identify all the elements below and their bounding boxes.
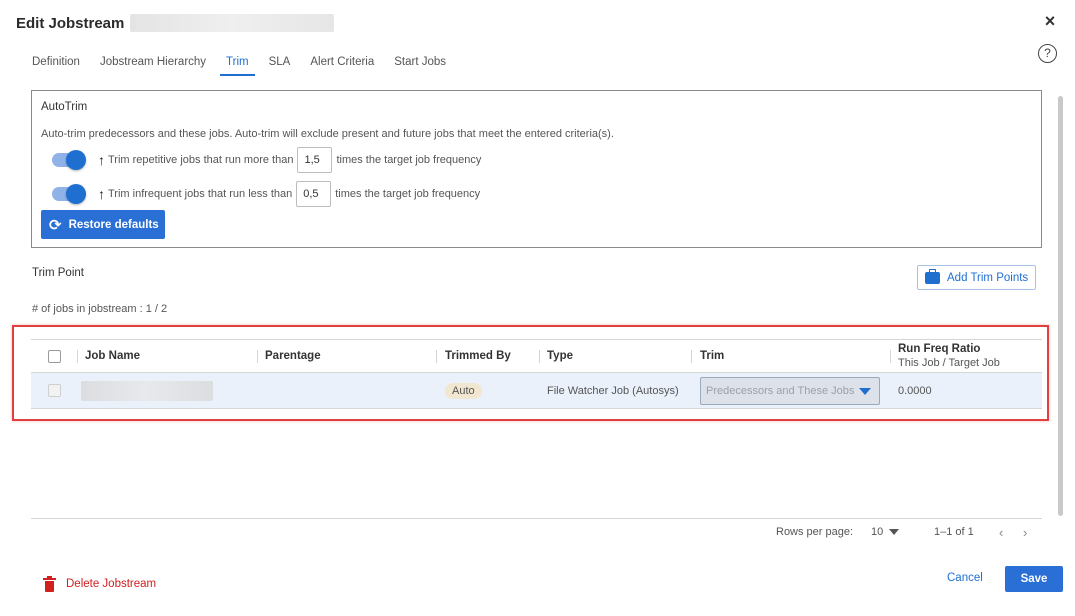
chevron-right-icon[interactable]: › (1023, 524, 1027, 540)
tab-jobstream-hierarchy[interactable]: Jobstream Hierarchy (90, 50, 216, 74)
close-icon[interactable]: × (1041, 12, 1059, 30)
briefcase-icon (925, 268, 940, 284)
arrow-up-icon: ↑ (98, 152, 105, 168)
caret-down-icon (889, 529, 900, 535)
trim-infrequent-toggle[interactable] (52, 184, 86, 204)
add-trim-points-button[interactable]: Add Trim Points (917, 265, 1036, 290)
toggle-knob (66, 150, 86, 170)
highlight-box (12, 325, 1049, 421)
chevron-left-icon[interactable]: ‹ (999, 524, 1003, 540)
trim-repetitive-rule: ↑ Trim repetitive jobs that run more tha… (52, 147, 481, 173)
tab-start-jobs[interactable]: Start Jobs (384, 50, 456, 74)
trim-infrequent-suffix: times the target job frequency (335, 188, 481, 200)
trim-infrequent-rule: ↑ Trim infrequent jobs that run less tha… (52, 181, 480, 207)
add-trim-points-label: Add Trim Points (947, 271, 1029, 284)
tab-definition[interactable]: Definition (22, 50, 90, 74)
restore-defaults-button[interactable]: ⟳ Restore defaults (41, 210, 165, 239)
trim-infrequent-label: Trim infrequent jobs that run less than (108, 188, 293, 200)
table-footer-divider (31, 518, 1042, 519)
trim-infrequent-input[interactable] (296, 181, 332, 207)
rows-per-page-label: Rows per page: (776, 526, 854, 538)
dialog-header: Edit Jobstream (16, 12, 335, 34)
trim-point-title: Trim Point (32, 267, 84, 279)
tab-sla[interactable]: SLA (259, 50, 301, 74)
dialog-title: Edit Jobstream (16, 14, 125, 32)
autotrim-title: AutoTrim (41, 101, 88, 113)
save-button[interactable]: Save (1005, 566, 1063, 592)
delete-jobstream-button[interactable]: Delete Jobstream (43, 575, 156, 593)
tab-bar: Definition Jobstream Hierarchy Trim SLA … (22, 50, 456, 76)
toggle-knob (66, 184, 86, 204)
rows-per-page-value: 10 (871, 526, 884, 538)
autotrim-panel: AutoTrim Auto-trim predecessors and thes… (31, 90, 1042, 248)
refresh-icon: ⟳ (49, 216, 62, 234)
trim-repetitive-toggle[interactable] (52, 150, 86, 170)
jobstream-name-redacted (130, 14, 335, 32)
trim-repetitive-label: Trim repetitive jobs that run more than (108, 154, 294, 166)
restore-defaults-label: Restore defaults (68, 218, 159, 231)
pagination-range: 1–1 of 1 (934, 526, 974, 538)
tab-trim[interactable]: Trim (216, 50, 259, 76)
trim-repetitive-suffix: times the target job frequency (336, 154, 482, 166)
tab-alert-criteria[interactable]: Alert Criteria (300, 50, 384, 74)
vertical-scrollbar[interactable] (1058, 96, 1063, 516)
rows-per-page-select[interactable]: 10 (871, 524, 900, 540)
delete-jobstream-label: Delete Jobstream (66, 578, 157, 590)
arrow-up-icon: ↑ (98, 186, 105, 202)
help-icon[interactable]: ? (1038, 44, 1057, 63)
trash-icon (43, 575, 56, 592)
cancel-button[interactable]: Cancel (947, 572, 983, 584)
trim-repetitive-input[interactable] (297, 147, 333, 173)
autotrim-description: Auto-trim predecessors and these jobs. A… (41, 128, 614, 140)
jobs-count: # of jobs in jobstream : 1 / 2 (32, 303, 168, 315)
